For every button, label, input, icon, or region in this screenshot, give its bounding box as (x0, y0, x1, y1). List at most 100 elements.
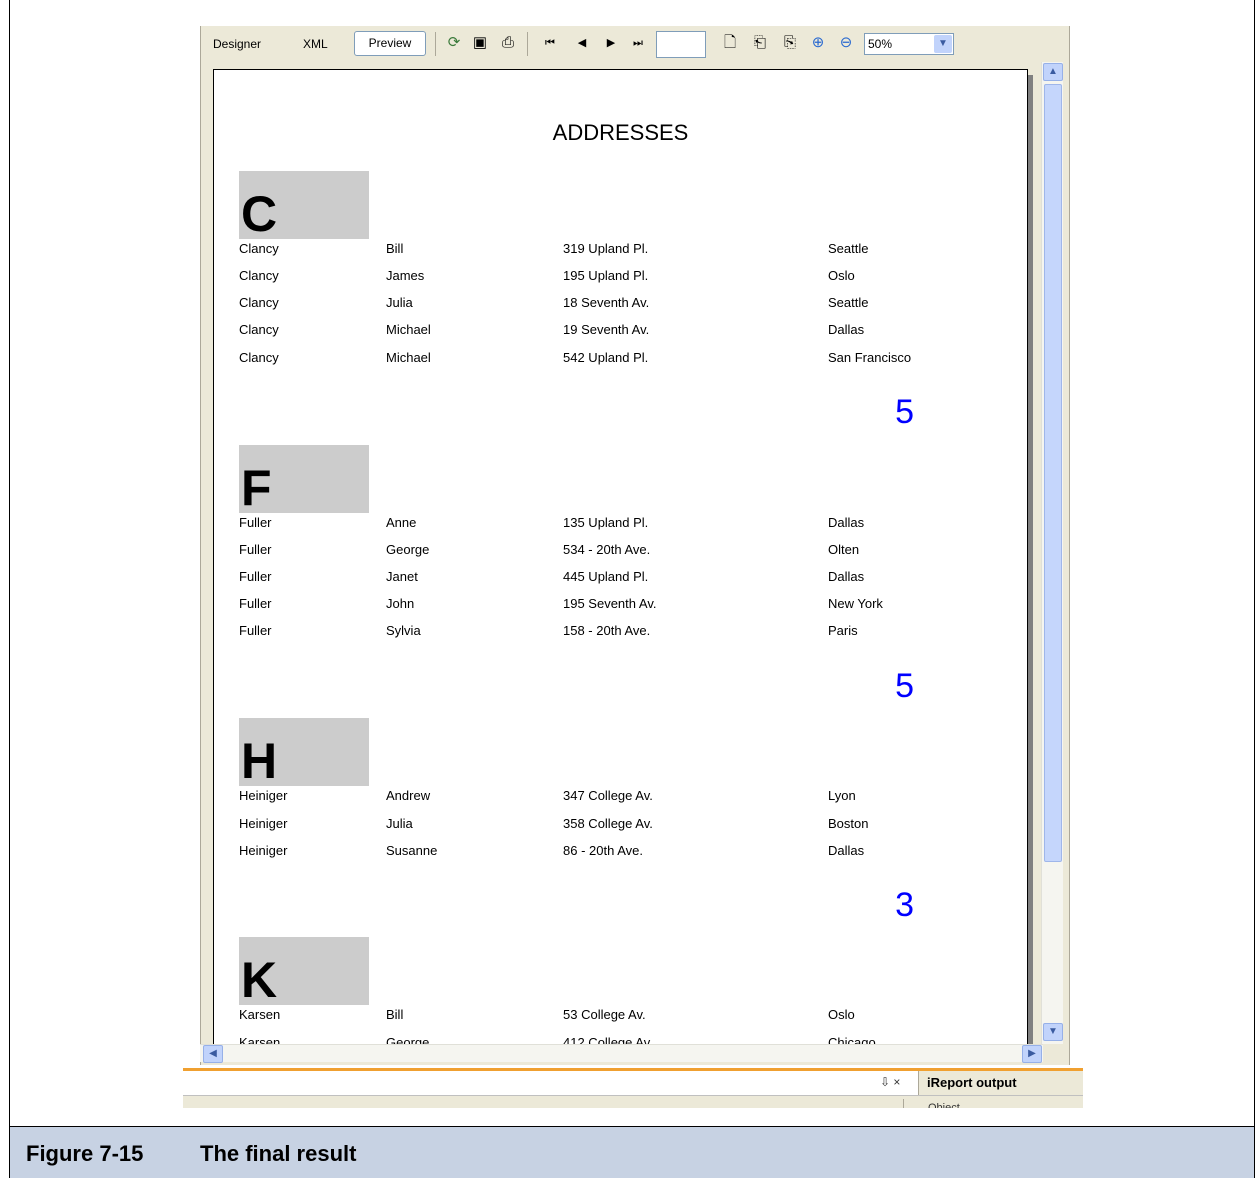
zoom-select[interactable]: 50% ▼ (864, 33, 954, 55)
figure-number: Figure 7-15 (26, 1141, 144, 1166)
street: 445 Upland Pl. (563, 569, 649, 584)
save-icon[interactable]: ▣ (471, 34, 489, 52)
street: 195 Upland Pl. (563, 268, 649, 283)
tab-preview[interactable]: Preview (354, 31, 426, 56)
first-name: James (386, 268, 425, 283)
actual-size-icon[interactable]: 🗋 (721, 34, 739, 52)
street: 19 Seventh Av. (563, 322, 650, 337)
next-page-icon[interactable]: ▶ (602, 34, 620, 52)
last-name: Clancy (239, 268, 279, 283)
horizontal-scrollbar[interactable]: ◀ ▶ (200, 1044, 1043, 1063)
city: Oslo (828, 1007, 855, 1022)
scroll-up-icon[interactable]: ▲ (1043, 63, 1063, 81)
first-name: John (386, 596, 415, 611)
last-name: Heiniger (239, 816, 288, 831)
first-name: Bill (386, 1007, 404, 1022)
last-name: Fuller (239, 623, 272, 638)
first-name: Andrew (386, 788, 431, 803)
table-row: Fuller Anne 135 Upland Pl. Dallas (214, 515, 1027, 535)
scroll-down-icon[interactable]: ▼ (1043, 1023, 1063, 1041)
group-count: 5 (895, 667, 914, 705)
city: Olten (828, 542, 860, 557)
group-letter: K (239, 937, 369, 1005)
city: Dallas (828, 322, 865, 337)
page-number-input[interactable] (656, 31, 706, 58)
first-name: Janet (386, 569, 418, 584)
street: 534 - 20th Ave. (563, 542, 651, 557)
table-row: Fuller John 195 Seventh Av. New York (214, 596, 1027, 616)
street: 358 College Av. (563, 816, 653, 831)
tab-ireport-output[interactable]: iReport output (918, 1071, 1083, 1095)
first-name: Sylvia (386, 623, 421, 638)
zoom-out-icon[interactable]: ⊖ (837, 34, 855, 52)
table-row: Clancy Michael 542 Upland Pl. San Franci… (214, 350, 1027, 370)
table-row: Fuller Janet 445 Upland Pl. Dallas (214, 569, 1027, 589)
street: 542 Upland Pl. (563, 350, 649, 365)
table-row: Clancy James 195 Upland Pl. Oslo (214, 268, 1027, 288)
scroll-right-icon[interactable]: ▶ (1022, 1045, 1042, 1063)
tab-designer[interactable]: Designer (213, 37, 261, 51)
first-page-icon[interactable]: ⏮ (541, 34, 559, 52)
chevron-down-icon[interactable]: ▼ (934, 35, 952, 53)
street: 158 - 20th Ave. (563, 623, 651, 638)
first-name: George (386, 542, 430, 557)
city: Dallas (828, 515, 865, 530)
group-count: 3 (895, 886, 914, 924)
first-name: Julia (386, 295, 413, 310)
city: Seattle (828, 295, 869, 310)
city: New York (828, 596, 883, 611)
table-row: Clancy Bill 319 Upland Pl. Seattle (214, 241, 1027, 261)
output-tabstrip: ⇩ × iReport output (183, 1071, 1083, 1096)
street: 135 Upland Pl. (563, 515, 649, 530)
table-row: Heiniger Susanne 86 - 20th Ave. Dallas (214, 843, 1027, 863)
fit-page-icon[interactable]: ⎗ (751, 34, 769, 52)
city: Paris (828, 623, 858, 638)
last-name: Clancy (239, 322, 279, 337)
street: 18 Seventh Av. (563, 295, 650, 310)
street: 347 College Av. (563, 788, 653, 803)
toolbar-separator (527, 32, 528, 56)
city: San Francisco (828, 350, 912, 365)
preview-toolbar: Designer XML Preview ⟳ ▣ ⎙ ⏮ ◀ ▶ ⏭ 🗋 ⎗ ⎘… (200, 26, 1070, 62)
last-name: Clancy (239, 295, 279, 310)
table-row: Fuller George 534 - 20th Ave. Olten (214, 542, 1027, 562)
output-panel: ⇩ × iReport output Object (183, 1071, 1083, 1108)
zoom-in-icon[interactable]: ⊕ (809, 34, 827, 52)
street: 195 Seventh Av. (563, 596, 657, 611)
refresh-icon[interactable]: ⟳ (445, 34, 463, 52)
table-row: Karsen Bill 53 College Av. Oslo (214, 1007, 1027, 1027)
street: 319 Upland Pl. (563, 241, 649, 256)
figure-title: The final result (200, 1141, 357, 1166)
city: Dallas (828, 569, 865, 584)
panel-separator (903, 1099, 904, 1108)
print-icon[interactable]: ⎙ (499, 34, 517, 52)
first-name: Anne (386, 515, 417, 530)
figure-caption: Figure 7-15 The final result (10, 1126, 1254, 1178)
toolbar-separator (435, 32, 436, 56)
last-name: Fuller (239, 569, 272, 584)
panel-controls[interactable]: ⇩ × (880, 1075, 900, 1089)
group-count: 5 (895, 393, 914, 431)
report-page: ADDRESSES C Clancy Bill 319 Upland Pl. S… (213, 69, 1028, 1059)
city: Dallas (828, 843, 865, 858)
last-name: Fuller (239, 542, 272, 557)
table-row: Heiniger Julia 358 College Av. Boston (214, 816, 1027, 836)
table-row: Heiniger Andrew 347 College Av. Lyon (214, 788, 1027, 808)
tab-xml[interactable]: XML (303, 37, 328, 51)
vertical-scrollbar[interactable]: ▲ ▼ (1041, 62, 1063, 1044)
first-name: Michael (386, 350, 431, 365)
last-page-icon[interactable]: ⏭ (629, 34, 647, 52)
group-letter: H (239, 718, 369, 786)
prev-page-icon[interactable]: ◀ (573, 34, 591, 52)
city: Oslo (828, 268, 855, 283)
object-label: Object (928, 1102, 960, 1108)
last-name: Clancy (239, 241, 279, 256)
scroll-left-icon[interactable]: ◀ (203, 1045, 223, 1063)
scrollbar-thumb[interactable] (1044, 84, 1062, 862)
fit-width-icon[interactable]: ⎘ (781, 34, 799, 52)
last-name: Fuller (239, 596, 272, 611)
group-letter: C (239, 171, 369, 239)
preview-viewport: ADDRESSES C Clancy Bill 319 Upland Pl. S… (200, 62, 1070, 1065)
first-name: Susanne (386, 843, 438, 858)
street: 86 - 20th Ave. (563, 843, 643, 858)
